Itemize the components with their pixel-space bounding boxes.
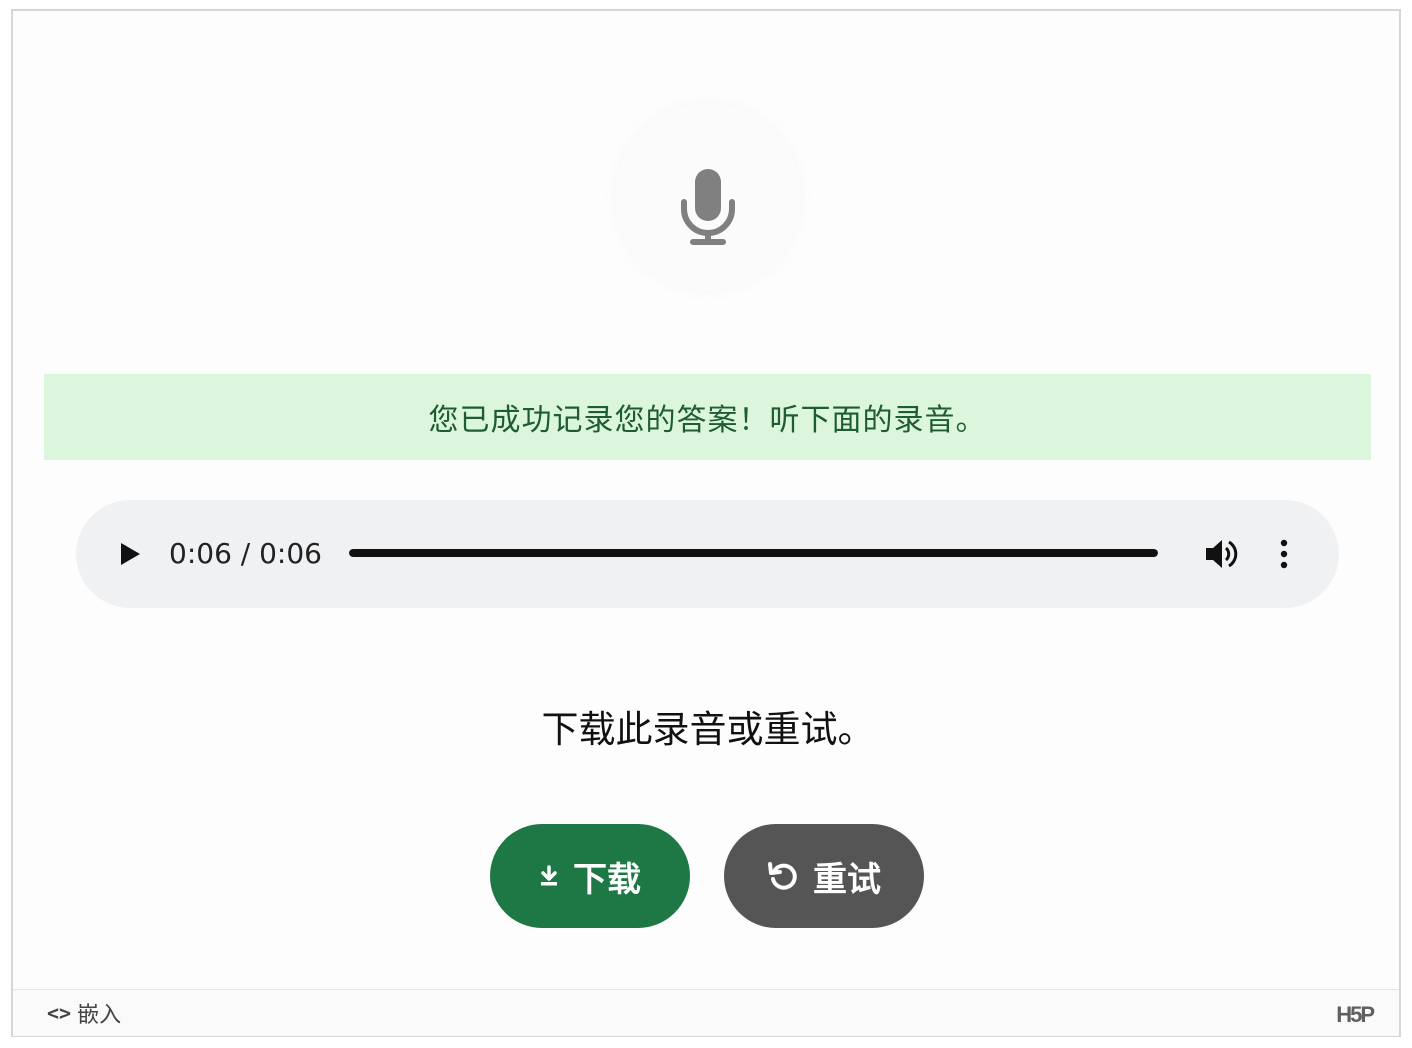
footer-bar: <> 嵌入 H5P: [13, 989, 1399, 1036]
play-button[interactable]: [112, 536, 148, 572]
microphone-icon: [681, 169, 735, 245]
h5p-container: 您已成功记录您的答案！听下面的录音。 0:06 / 0:06 下载此录音或重试。: [11, 9, 1401, 1037]
embed-code-icon: <>: [47, 1001, 72, 1025]
progress-slider[interactable]: [349, 549, 1158, 557]
play-icon: [121, 543, 140, 565]
more-vertical-icon[interactable]: [1272, 536, 1296, 572]
prompt-text: 下载此录音或重试。: [541, 708, 875, 751]
download-button[interactable]: 下载: [490, 824, 690, 928]
download-label: 下载: [573, 859, 641, 900]
embed-button[interactable]: <> 嵌入: [47, 990, 121, 1036]
download-icon: [541, 865, 557, 886]
retry-button[interactable]: 重试: [724, 824, 924, 928]
time-display: 0:06 / 0:06: [169, 537, 322, 570]
audio-player: 0:06 / 0:06: [76, 500, 1339, 608]
success-message: 您已成功记录您的答案！听下面的录音。: [428, 403, 987, 438]
success-banner: 您已成功记录您的答案！听下面的录音。: [44, 374, 1371, 460]
volume-icon[interactable]: [1202, 536, 1240, 572]
retry-label: 重试: [813, 859, 881, 900]
progress-fill: [349, 549, 1158, 557]
retry-icon: [768, 862, 797, 890]
h5p-logo[interactable]: H5P: [1336, 1002, 1375, 1028]
embed-label: 嵌入: [77, 1003, 122, 1028]
